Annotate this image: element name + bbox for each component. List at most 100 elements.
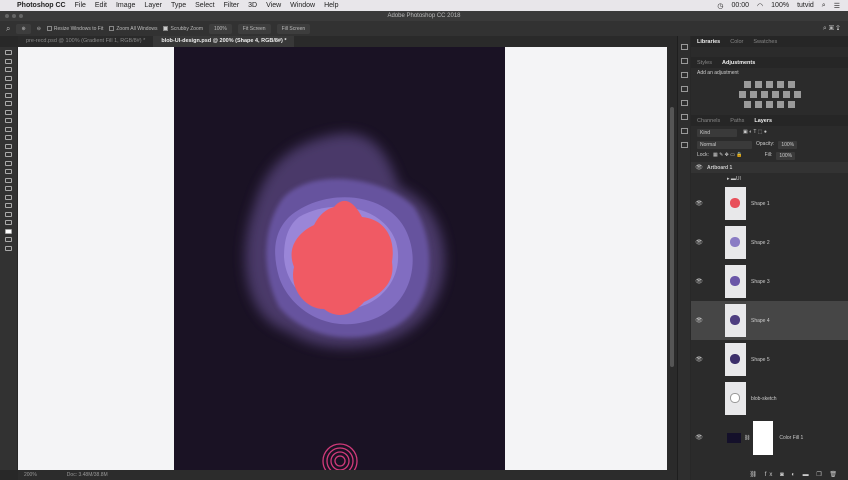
- color-lookup-icon[interactable]: [793, 91, 801, 98]
- stamp-tool-icon[interactable]: [5, 118, 12, 123]
- tab-color[interactable]: Color: [730, 39, 743, 45]
- paragraph-icon[interactable]: [680, 86, 688, 92]
- visibility-eye-icon[interactable]: 👁: [691, 239, 707, 246]
- invert-icon[interactable]: [744, 101, 751, 108]
- tab-layers[interactable]: Layers: [754, 118, 772, 124]
- visibility-eye-icon[interactable]: 👁: [691, 356, 707, 363]
- menu-list-icon[interactable]: ☰: [834, 2, 840, 10]
- tab-styles[interactable]: Styles: [697, 60, 712, 66]
- tab-paths[interactable]: Paths: [730, 118, 744, 124]
- history-icon[interactable]: [680, 44, 688, 50]
- menu-edit[interactable]: Edit: [95, 2, 107, 9]
- minimize-button[interactable]: [12, 14, 16, 18]
- menu-layer[interactable]: Layer: [144, 2, 162, 9]
- posterize-icon[interactable]: [755, 101, 762, 108]
- zoom-tool-icon[interactable]: [5, 211, 12, 217]
- type-tool-icon[interactable]: [5, 177, 12, 183]
- menu-help[interactable]: Help: [324, 2, 338, 9]
- marquee-tool-icon[interactable]: [5, 58, 12, 64]
- menu-type[interactable]: Type: [171, 2, 186, 9]
- pen-tool-icon[interactable]: [5, 169, 12, 174]
- close-button[interactable]: [5, 14, 9, 18]
- more-tools-icon[interactable]: [5, 220, 12, 225]
- visibility-eye-icon[interactable]: 👁: [691, 434, 707, 441]
- tab-channels[interactable]: Channels: [697, 118, 720, 124]
- wifi-icon[interactable]: ◠: [757, 2, 763, 10]
- screen-mode-icon[interactable]: [5, 245, 12, 251]
- path-select-icon[interactable]: [5, 186, 12, 191]
- layer-row[interactable]: 👁 Shape 4: [691, 301, 848, 340]
- vibrance-icon[interactable]: [788, 81, 795, 88]
- color-swatches-icon[interactable]: [5, 228, 12, 234]
- lasso-tool-icon[interactable]: [5, 67, 12, 72]
- menu-image[interactable]: Image: [116, 2, 135, 9]
- menu-filter[interactable]: Filter: [224, 2, 240, 9]
- hue-sat-icon[interactable]: [738, 91, 746, 98]
- tab-libraries[interactable]: Libraries: [697, 39, 720, 45]
- navigator-icon[interactable]: [680, 114, 688, 120]
- black-white-icon[interactable]: [760, 91, 768, 98]
- gradient-tool-icon[interactable]: [5, 143, 12, 149]
- app-name[interactable]: Photoshop CC: [17, 2, 66, 9]
- zoom-button[interactable]: [19, 14, 23, 18]
- layer-row[interactable]: blob-sketch: [691, 379, 848, 418]
- vertical-scrollbar[interactable]: [667, 47, 677, 470]
- actions-icon[interactable]: [680, 142, 688, 148]
- tab-pre-recd[interactable]: pre-recd.psd @ 100% (Gradient Fill 1, RG…: [18, 36, 153, 47]
- blur-tool-icon[interactable]: [5, 152, 12, 157]
- menu-3d[interactable]: 3D: [248, 2, 257, 9]
- tab-adjustments[interactable]: Adjustments: [722, 60, 755, 66]
- scrubby-zoom-checkbox[interactable]: Scrubby Zoom: [163, 26, 203, 32]
- healing-tool-icon[interactable]: [5, 101, 12, 106]
- history-brush-icon[interactable]: [5, 126, 12, 132]
- zoom-100-button[interactable]: 100%: [209, 23, 232, 34]
- user-name[interactable]: tutvid: [797, 2, 814, 9]
- layer-row[interactable]: 👁 Shape 2: [691, 223, 848, 262]
- properties-icon[interactable]: [680, 58, 688, 64]
- layer-color-fill[interactable]: 👁 ⛓ Color Fill 1: [691, 418, 848, 457]
- quick-select-tool-icon[interactable]: [5, 75, 12, 81]
- hand-tool-icon[interactable]: [5, 203, 12, 208]
- zoom-in-icon[interactable]: ⊕: [16, 23, 31, 34]
- tab-blob-ui-design[interactable]: blob-UI-design.psd @ 200% (Shape 4, RGB/…: [153, 36, 295, 47]
- tab-swatches[interactable]: Swatches: [753, 39, 777, 45]
- gradient-map-icon[interactable]: [777, 101, 784, 108]
- visibility-eye-icon[interactable]: 👁: [691, 278, 707, 285]
- crop-tool-icon[interactable]: [5, 84, 12, 89]
- artboard[interactable]: [174, 47, 505, 470]
- clock-icon[interactable]: ◷: [717, 2, 723, 10]
- layer-group-ui[interactable]: ▸ ▬ UI: [691, 173, 848, 184]
- menu-view[interactable]: View: [266, 2, 281, 9]
- search-icon[interactable]: ⌕: [822, 2, 826, 10]
- layer-row[interactable]: 👁 Shape 3: [691, 262, 848, 301]
- resize-windows-checkbox[interactable]: Resize Windows to Fit: [46, 26, 103, 32]
- photo-filter-icon[interactable]: [771, 91, 779, 98]
- dodge-tool-icon[interactable]: [5, 160, 12, 166]
- zoom-out-icon[interactable]: ⊖: [37, 26, 41, 32]
- color-balance-icon[interactable]: [749, 91, 757, 98]
- eraser-tool-icon[interactable]: [5, 135, 12, 140]
- filter-icons[interactable]: ▣ ◐ T ⬚ ●: [743, 129, 767, 137]
- quick-mask-icon[interactable]: [5, 237, 12, 242]
- exposure-icon[interactable]: [777, 81, 784, 88]
- character-icon[interactable]: [680, 72, 688, 78]
- menu-select[interactable]: Select: [195, 2, 214, 9]
- layer-row[interactable]: 👁 Shape 1: [691, 184, 848, 223]
- filter-kind-select[interactable]: Kind: [697, 129, 737, 137]
- visibility-eye-icon[interactable]: 👁: [691, 200, 707, 207]
- brush-settings-icon[interactable]: [680, 100, 688, 106]
- eyedropper-tool-icon[interactable]: [5, 92, 12, 98]
- workspace-icons[interactable]: ⌕ ▣ ⇪: [823, 25, 840, 33]
- opacity-input[interactable]: 100%: [778, 141, 798, 149]
- lock-icons[interactable]: ▦ ✎ ✥ ▭ 🔒: [713, 152, 743, 160]
- fit-screen-button[interactable]: Fit Screen: [237, 23, 271, 34]
- selective-color-icon[interactable]: [788, 101, 795, 108]
- brush-tool-icon[interactable]: [5, 109, 12, 115]
- info-icon[interactable]: [680, 128, 688, 134]
- menu-file[interactable]: File: [75, 2, 86, 9]
- layer-actions[interactable]: ⛓ fx ◙ ◐ ▬ ❐ 🗑: [749, 471, 840, 478]
- zoom-level[interactable]: 200%: [24, 472, 37, 478]
- visibility-eye-icon[interactable]: 👁: [691, 317, 707, 324]
- shape-tool-icon[interactable]: [5, 194, 12, 200]
- brightness-icon[interactable]: [744, 81, 751, 88]
